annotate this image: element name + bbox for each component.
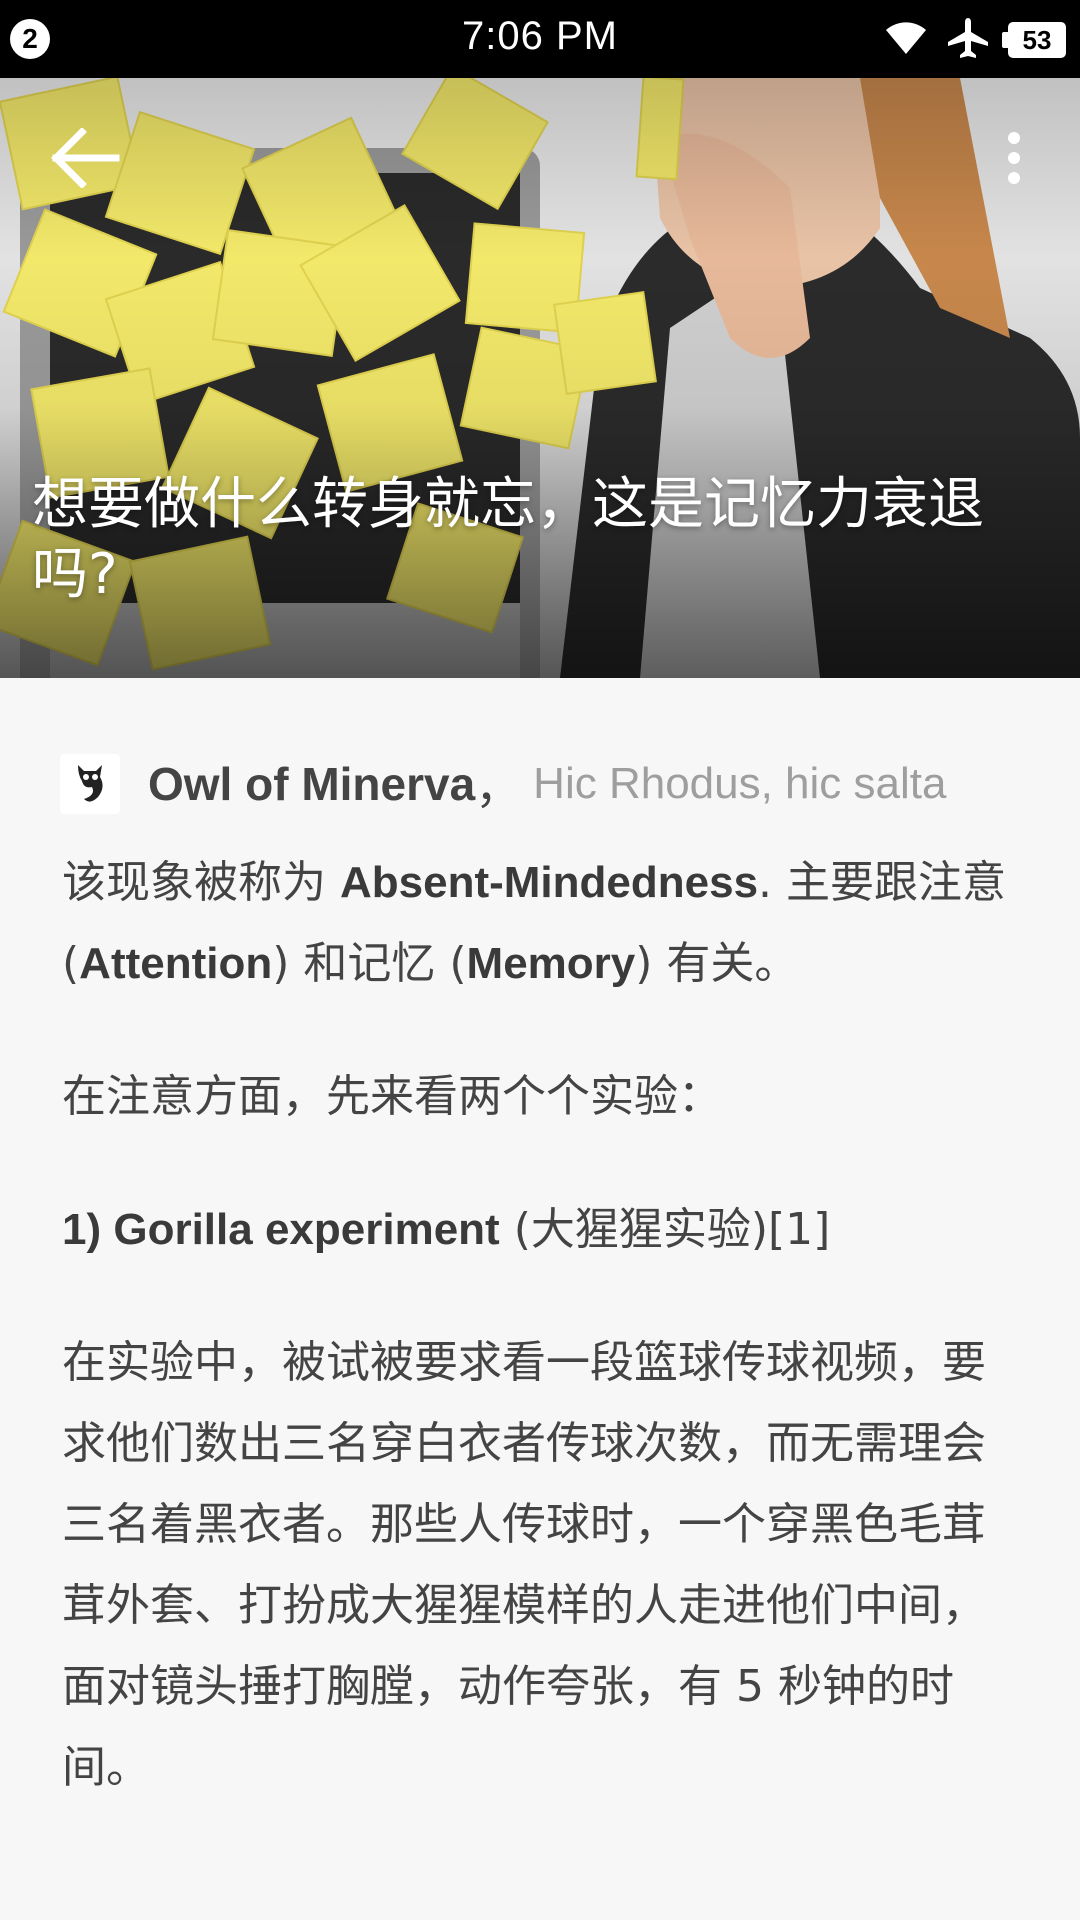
- paragraph-2: 在注意方面，先来看两个个实验：: [62, 1071, 722, 1122]
- author-bio: Hic Rhodus, hic salta: [533, 759, 947, 808]
- paragraph-3: 1) Gorilla experiment (大猩猩实验)[1]: [62, 1189, 1010, 1270]
- author-name[interactable]: Owl of Minerva: [148, 757, 475, 811]
- more-options-button[interactable]: [984, 118, 1044, 202]
- experiment-heading: 1) Gorilla experiment: [62, 1205, 500, 1254]
- arrow-back-icon: [48, 127, 120, 192]
- article-body: 该现象被称为 Absent-Mindedness. 主要跟注意 (Attenti…: [62, 842, 1010, 1808]
- experiment-heading-note: (大猩猩实验)[1]: [499, 1204, 831, 1255]
- text: ) 有关。: [635, 938, 799, 989]
- paragraph-4: 在实验中，被试被要求看一段篮球传球视频，要求他们数出三名穿白衣者传球次数，而无需…: [62, 1337, 986, 1793]
- article-title: 想要做什么转身就忘，这是记忆力衰退吗?: [32, 472, 984, 607]
- article-content: Owl of Minerva ， Hic Rhodus, hic salta 该…: [0, 678, 1080, 1920]
- owl-logo-icon: [78, 765, 103, 802]
- term-memory: Memory: [466, 939, 636, 988]
- term-attention: Attention: [79, 939, 273, 988]
- author-row[interactable]: Owl of Minerva ， Hic Rhodus, hic salta: [60, 754, 946, 814]
- avatar[interactable]: [60, 754, 120, 814]
- airplane-icon: [946, 16, 990, 64]
- more-vertical-icon: [1006, 132, 1022, 188]
- wifi-icon: [884, 18, 928, 62]
- status-bar: 2 7:06 PM 53: [0, 0, 1080, 78]
- battery-icon: 53: [1002, 22, 1066, 58]
- status-icons: 53: [884, 18, 1066, 62]
- back-button[interactable]: [36, 118, 132, 202]
- paragraph-1: 该现象被称为 Absent-Mindedness. 主要跟注意 (Attenti…: [62, 842, 1010, 1004]
- text: ) 和记忆 (: [272, 938, 467, 989]
- battery-level: 53: [1022, 24, 1052, 55]
- author-separator: ，: [475, 760, 522, 814]
- term-absent-mindedness: Absent-Mindedness: [340, 858, 759, 907]
- text: 该现象被称为: [62, 857, 340, 908]
- article-hero: 想要做什么转身就忘，这是记忆力衰退吗?: [0, 78, 1080, 678]
